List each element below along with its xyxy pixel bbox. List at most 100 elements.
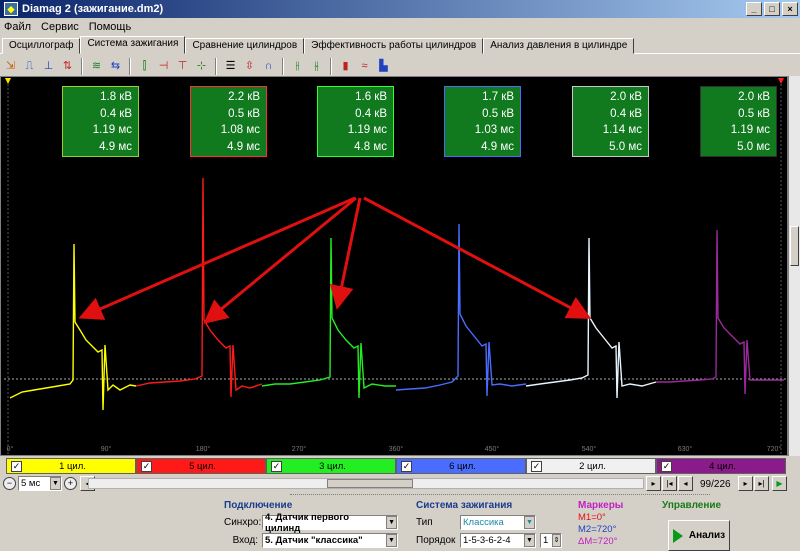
x-tick: 0° — [6, 446, 14, 453]
chevron-down-icon[interactable]: ▼ — [386, 516, 397, 529]
burn-time: 1.19 мс — [92, 124, 132, 136]
zoom-in-icon[interactable]: + — [64, 477, 77, 490]
peak-voltage: 1.7 кВ — [482, 91, 514, 103]
scrollbar-thumb[interactable] — [790, 226, 799, 266]
trace-cyl-2 — [525, 237, 657, 399]
peak-voltage: 2.0 кВ — [610, 91, 642, 103]
marker-m2-icon[interactable] — [778, 78, 784, 84]
app-window: ◆ Diamag 2 (зажигание.dm2) _ □ × Файл Се… — [0, 0, 800, 551]
order-spin-value: 1 — [543, 535, 549, 546]
cyl-4-info-box: 2.0 кВ 0.5 кВ 1.19 мс 5.0 мс — [700, 86, 777, 157]
x-tick: 180° — [195, 446, 211, 453]
prev-frame-button[interactable]: ◂ — [678, 476, 693, 491]
dwell-time: 5.0 мс — [737, 140, 770, 153]
burn-voltage: 0.4 кВ — [100, 107, 132, 120]
timebase-combo[interactable]: 5 мс ▼ — [18, 476, 62, 491]
input-select[interactable]: 5. Датчик "классика" ▼ — [262, 533, 398, 548]
ignition-title: Система зажигания — [416, 500, 513, 511]
cylinder-toggle-5[interactable]: ✓ 5 цил. — [136, 458, 266, 474]
sync-select[interactable]: 4. Датчик первого цилинд ▼ — [262, 512, 398, 534]
burn-voltage: 0.5 кВ — [482, 107, 514, 120]
plot-vertical-scrollbar[interactable] — [788, 76, 800, 456]
x-tick: 360° — [388, 446, 404, 453]
chevron-down-icon[interactable]: ▼ — [524, 516, 535, 529]
input-label: Вход: — [232, 535, 258, 546]
connection-panel: Подключение Синхро: 4. Датчик первого ци… — [224, 500, 402, 551]
burn-time: 1.03 мс — [474, 124, 514, 136]
order-label: Порядок — [416, 535, 456, 546]
timebase-selector: − 5 мс ▼ + ◂ — [3, 476, 95, 491]
cylinder-label: 5 цил. — [189, 460, 216, 472]
markers-title: Маркеры — [578, 500, 624, 511]
dwell-time: 4.8 мс — [354, 140, 387, 153]
analyze-button[interactable]: Анализ — [668, 520, 730, 551]
burn-voltage: 0.4 кВ — [610, 107, 642, 120]
cylinder-toggle-1[interactable]: ✓ 1 цил. — [6, 458, 136, 474]
cylinder-checkbox[interactable]: ✓ — [661, 460, 672, 472]
x-tick: 540° — [581, 446, 597, 453]
sync-value: 4. Датчик первого цилинд — [265, 511, 349, 534]
type-label: Тип — [416, 517, 433, 528]
marker-m1-icon[interactable] — [5, 78, 11, 84]
burn-voltage: 0.5 кВ — [228, 107, 260, 120]
zoom-out-icon[interactable]: − — [3, 477, 16, 490]
chevron-down-icon[interactable]: ▼ — [524, 534, 535, 547]
dwell-time: 4.9 мс — [481, 140, 514, 153]
connection-title: Подключение — [224, 500, 293, 511]
spinner-arrows-icon[interactable]: ⇕ — [552, 534, 561, 547]
burn-voltage: 0.5 кВ — [738, 107, 770, 120]
burn-voltage: 0.4 кВ — [355, 107, 387, 120]
chevron-down-icon[interactable]: ▼ — [386, 534, 397, 547]
marker-m1: M1=0° — [578, 512, 606, 523]
x-tick: 270° — [291, 446, 307, 453]
cylinder-label: 1 цил. — [59, 460, 86, 472]
cylinder-toggle-4[interactable]: ✓ 4 цил. — [656, 458, 786, 474]
order-value: 1-5-3-6-2-4 — [463, 535, 511, 546]
peak-voltage: 1.8 кВ — [100, 91, 132, 103]
dwell-time: 4.9 мс — [99, 140, 132, 153]
cyl-5-info-box: 2.2 кВ 0.5 кВ 1.08 мс 4.9 мс — [190, 86, 267, 157]
order-select[interactable]: 1-5-3-6-2-4 ▼ — [460, 533, 536, 548]
trace-cyl-5 — [135, 177, 263, 398]
timebase-value: 5 мс — [21, 478, 41, 489]
chevron-down-icon[interactable]: ▼ — [50, 477, 61, 490]
first-frame-button[interactable]: |◂ — [662, 476, 677, 491]
time-scrollbar[interactable] — [88, 478, 644, 489]
last-frame-button[interactable]: ▸| — [754, 476, 769, 491]
cyl-6-info-box: 1.7 кВ 0.5 кВ 1.03 мс 4.9 мс — [444, 86, 521, 157]
cylinder-label: 4 цил. — [709, 460, 736, 472]
cylinder-checkbox[interactable]: ✓ — [11, 460, 22, 472]
burn-time: 1.19 мс — [730, 124, 770, 136]
x-tick: 450° — [484, 446, 500, 453]
sync-label: Синхро: — [224, 517, 262, 528]
type-value: Классика — [463, 517, 504, 528]
scrollbar-thumb[interactable] — [327, 479, 413, 488]
next-frame-button[interactable]: ▸ — [738, 476, 753, 491]
cylinder-label: 6 цил. — [449, 460, 476, 472]
play-button[interactable]: ▶ — [772, 476, 787, 491]
marker-delta: ΔM=720° — [578, 536, 618, 547]
cylinder-toggle-3[interactable]: ✓ 3 цил. — [266, 458, 396, 474]
peak-voltage: 2.2 кВ — [228, 91, 260, 103]
x-tick: 630° — [677, 446, 693, 453]
input-value: 5. Датчик "классика" — [265, 535, 363, 546]
cylinder-toggle-2[interactable]: ✓ 2 цил. — [526, 458, 656, 474]
frame-counter: 99/226 — [700, 479, 731, 490]
panel-splitter[interactable] — [290, 494, 710, 498]
cylinder-checkbox[interactable]: ✓ — [531, 460, 542, 472]
cylinder-toggle-6[interactable]: ✓ 6 цил. — [396, 458, 526, 474]
cylinder-checkbox[interactable]: ✓ — [271, 460, 282, 472]
markers-panel: Маркеры M1=0° M2=720° ΔM=720° — [578, 500, 648, 551]
control-title: Управление — [662, 500, 722, 511]
x-tick: 90° — [100, 446, 112, 453]
cylinder-checkbox[interactable]: ✓ — [401, 460, 412, 472]
type-select[interactable]: Классика ▼ — [460, 515, 536, 530]
peak-voltage: 2.0 кВ — [738, 91, 770, 103]
burn-time: 1.19 мс — [347, 124, 387, 136]
ignition-panel: Система зажигания Тип Классика ▼ Порядок… — [416, 500, 566, 551]
cylinder-checkbox[interactable]: ✓ — [141, 460, 152, 472]
order-spinner[interactable]: 1 ⇕ — [540, 533, 562, 548]
scroll-right-button[interactable]: ▸ — [646, 476, 661, 491]
dwell-time: 5.0 мс — [609, 140, 642, 153]
analyze-label: Анализ — [688, 530, 726, 541]
